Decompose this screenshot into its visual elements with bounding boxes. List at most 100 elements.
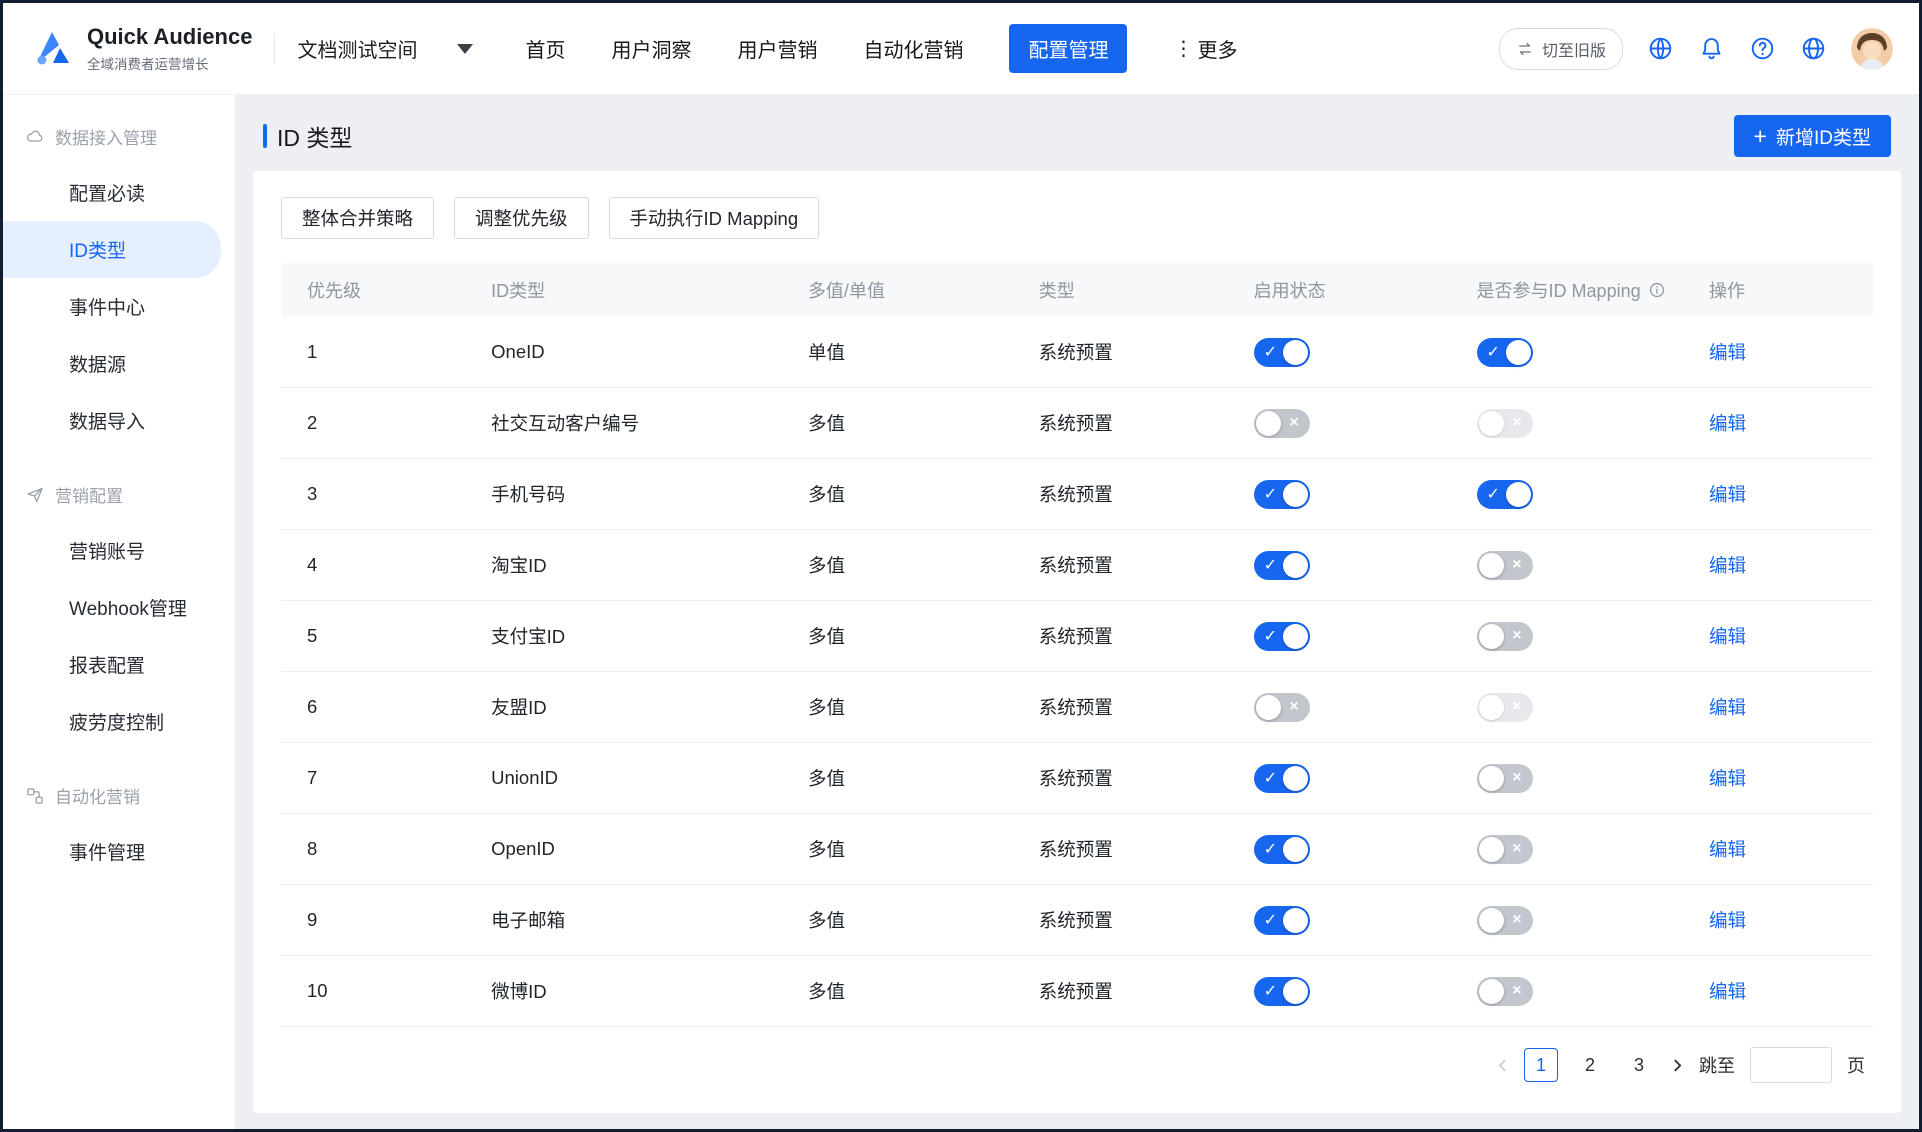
brand-title: Quick Audience [87,24,252,49]
pagination-page-3[interactable]: 3 [1622,1048,1656,1082]
pagination-page-2[interactable]: 2 [1573,1048,1607,1082]
sidebar-item-event-management[interactable]: 事件管理 [3,823,235,880]
sidebar-item-webhook[interactable]: Webhook管理 [3,579,235,636]
cell-value-mode: 多值 [808,623,1039,649]
enable-toggle[interactable] [1254,622,1310,651]
help-icon[interactable] [1749,35,1776,62]
toggle-knob [1256,695,1281,720]
cell-type: 系统预置 [1039,481,1254,507]
sidebar-item-data-source[interactable]: 数据源 [3,335,235,392]
mapping-toggle[interactable] [1477,338,1533,367]
cell-id-type: 淘宝ID [491,552,808,578]
switch-old-version-button[interactable]: 切至旧版 [1499,28,1623,70]
adjust-priority-button[interactable]: 调整优先级 [454,197,589,239]
chevron-down-icon [457,44,473,54]
pagination-jump-input[interactable] [1750,1047,1832,1083]
table-row: 10 微博ID 多值 系统预置 编辑 [281,956,1873,1027]
mapping-toggle[interactable] [1477,906,1533,935]
cell-value-mode: 多值 [808,694,1039,720]
enable-toggle[interactable] [1254,977,1310,1006]
table-row: 6 友盟ID 多值 系统预置 编辑 [281,672,1873,743]
switch-old-version-label: 切至旧版 [1542,37,1606,61]
enable-toggle[interactable] [1254,480,1310,509]
table-row: 4 淘宝ID 多值 系统预置 编辑 [281,530,1873,601]
workspace-selector[interactable]: 文档测试空间 [297,34,473,63]
mapping-toggle[interactable] [1477,622,1533,651]
cell-type: 系统预置 [1039,623,1254,649]
edit-link[interactable]: 编辑 [1709,697,1746,718]
sidebar-item-marketing-account[interactable]: 营销账号 [3,522,235,579]
toggle-knob [1256,411,1281,436]
toggle-knob [1283,979,1308,1004]
info-icon[interactable] [1648,281,1666,299]
add-id-type-button[interactable]: + 新增ID类型 [1734,115,1891,157]
cell-type: 系统预置 [1039,978,1254,1004]
toolbar: 整体合并策略 调整优先级 手动执行ID Mapping [281,197,1873,239]
sidebar-section-title: 营销配置 [55,482,123,507]
table-header-row: 优先级 ID类型 多值/单值 类型 启用状态 是否参与ID Mapping [281,263,1873,317]
manual-id-mapping-button[interactable]: 手动执行ID Mapping [609,197,820,239]
sidebar-item-id-type[interactable]: ID类型 [3,221,221,278]
enable-toggle[interactable] [1254,693,1310,722]
sidebar-item-event-center[interactable]: 事件中心 [3,278,235,335]
cell-priority: 2 [281,412,491,434]
cell-id-type: 友盟ID [491,694,808,720]
edit-link[interactable]: 编辑 [1709,839,1746,860]
enable-toggle[interactable] [1254,338,1310,367]
sidebar-item-fatigue-control[interactable]: 疲劳度控制 [3,693,235,750]
globe-language-icon[interactable] [1647,35,1674,62]
more-vertical-icon: ⋮ [1173,36,1193,61]
toggle-knob [1479,624,1504,649]
merge-strategy-button[interactable]: 整体合并策略 [281,197,434,239]
edit-link[interactable]: 编辑 [1709,626,1746,647]
divider [274,34,275,64]
globe-icon[interactable] [1800,35,1827,62]
edit-link[interactable]: 编辑 [1709,484,1746,505]
nav-item-user-marketing[interactable]: 用户营销 [737,34,817,63]
toggle-knob [1283,340,1308,365]
nav-item-user-insight[interactable]: 用户洞察 [611,34,691,63]
enable-toggle[interactable] [1254,764,1310,793]
toggle-knob [1479,766,1504,791]
toggle-knob [1479,837,1504,862]
edit-link[interactable]: 编辑 [1709,342,1746,363]
cell-priority: 8 [281,838,491,860]
mapping-toggle[interactable] [1477,764,1533,793]
nav-item-config[interactable]: 配置管理 [1009,24,1127,73]
cell-priority: 7 [281,767,491,789]
sidebar-item-config-readme[interactable]: 配置必读 [3,164,235,221]
sidebar-item-report-config[interactable]: 报表配置 [3,636,235,693]
cell-type: 系统预置 [1039,836,1254,862]
enable-toggle[interactable] [1254,906,1310,935]
edit-link[interactable]: 编辑 [1709,555,1746,576]
nav-more-label: 更多 [1197,34,1237,63]
paper-plane-icon [25,485,45,505]
edit-link[interactable]: 编辑 [1709,768,1746,789]
toggle-knob [1283,553,1308,578]
mapping-toggle[interactable] [1477,551,1533,580]
cell-value-mode: 多值 [808,410,1039,436]
mapping-toggle[interactable] [1477,480,1533,509]
nav-more[interactable]: ⋮ 更多 [1173,34,1237,63]
table-row: 5 支付宝ID 多值 系统预置 编辑 [281,601,1873,672]
enable-toggle[interactable] [1254,835,1310,864]
pagination-next[interactable] [1671,1059,1684,1072]
mapping-toggle[interactable] [1477,977,1533,1006]
edit-link[interactable]: 编辑 [1709,910,1746,931]
nav-item-home[interactable]: 首页 [525,34,565,63]
toggle-knob [1283,766,1308,791]
enable-toggle[interactable] [1254,551,1310,580]
pagination-page-1[interactable]: 1 [1524,1048,1558,1082]
avatar[interactable] [1851,28,1893,70]
enable-toggle[interactable] [1254,409,1310,438]
chevron-left-icon [1496,1059,1509,1072]
pagination-prev[interactable] [1496,1059,1509,1072]
nav-item-automation[interactable]: 自动化营销 [863,34,963,63]
sidebar-item-data-import[interactable]: 数据导入 [3,392,235,449]
edit-link[interactable]: 编辑 [1709,413,1746,434]
mapping-toggle[interactable] [1477,835,1533,864]
workspace-label: 文档测试空间 [297,34,417,63]
edit-link[interactable]: 编辑 [1709,981,1746,1002]
top-right-actions: 切至旧版 [1499,28,1893,70]
bell-icon[interactable] [1698,35,1725,62]
